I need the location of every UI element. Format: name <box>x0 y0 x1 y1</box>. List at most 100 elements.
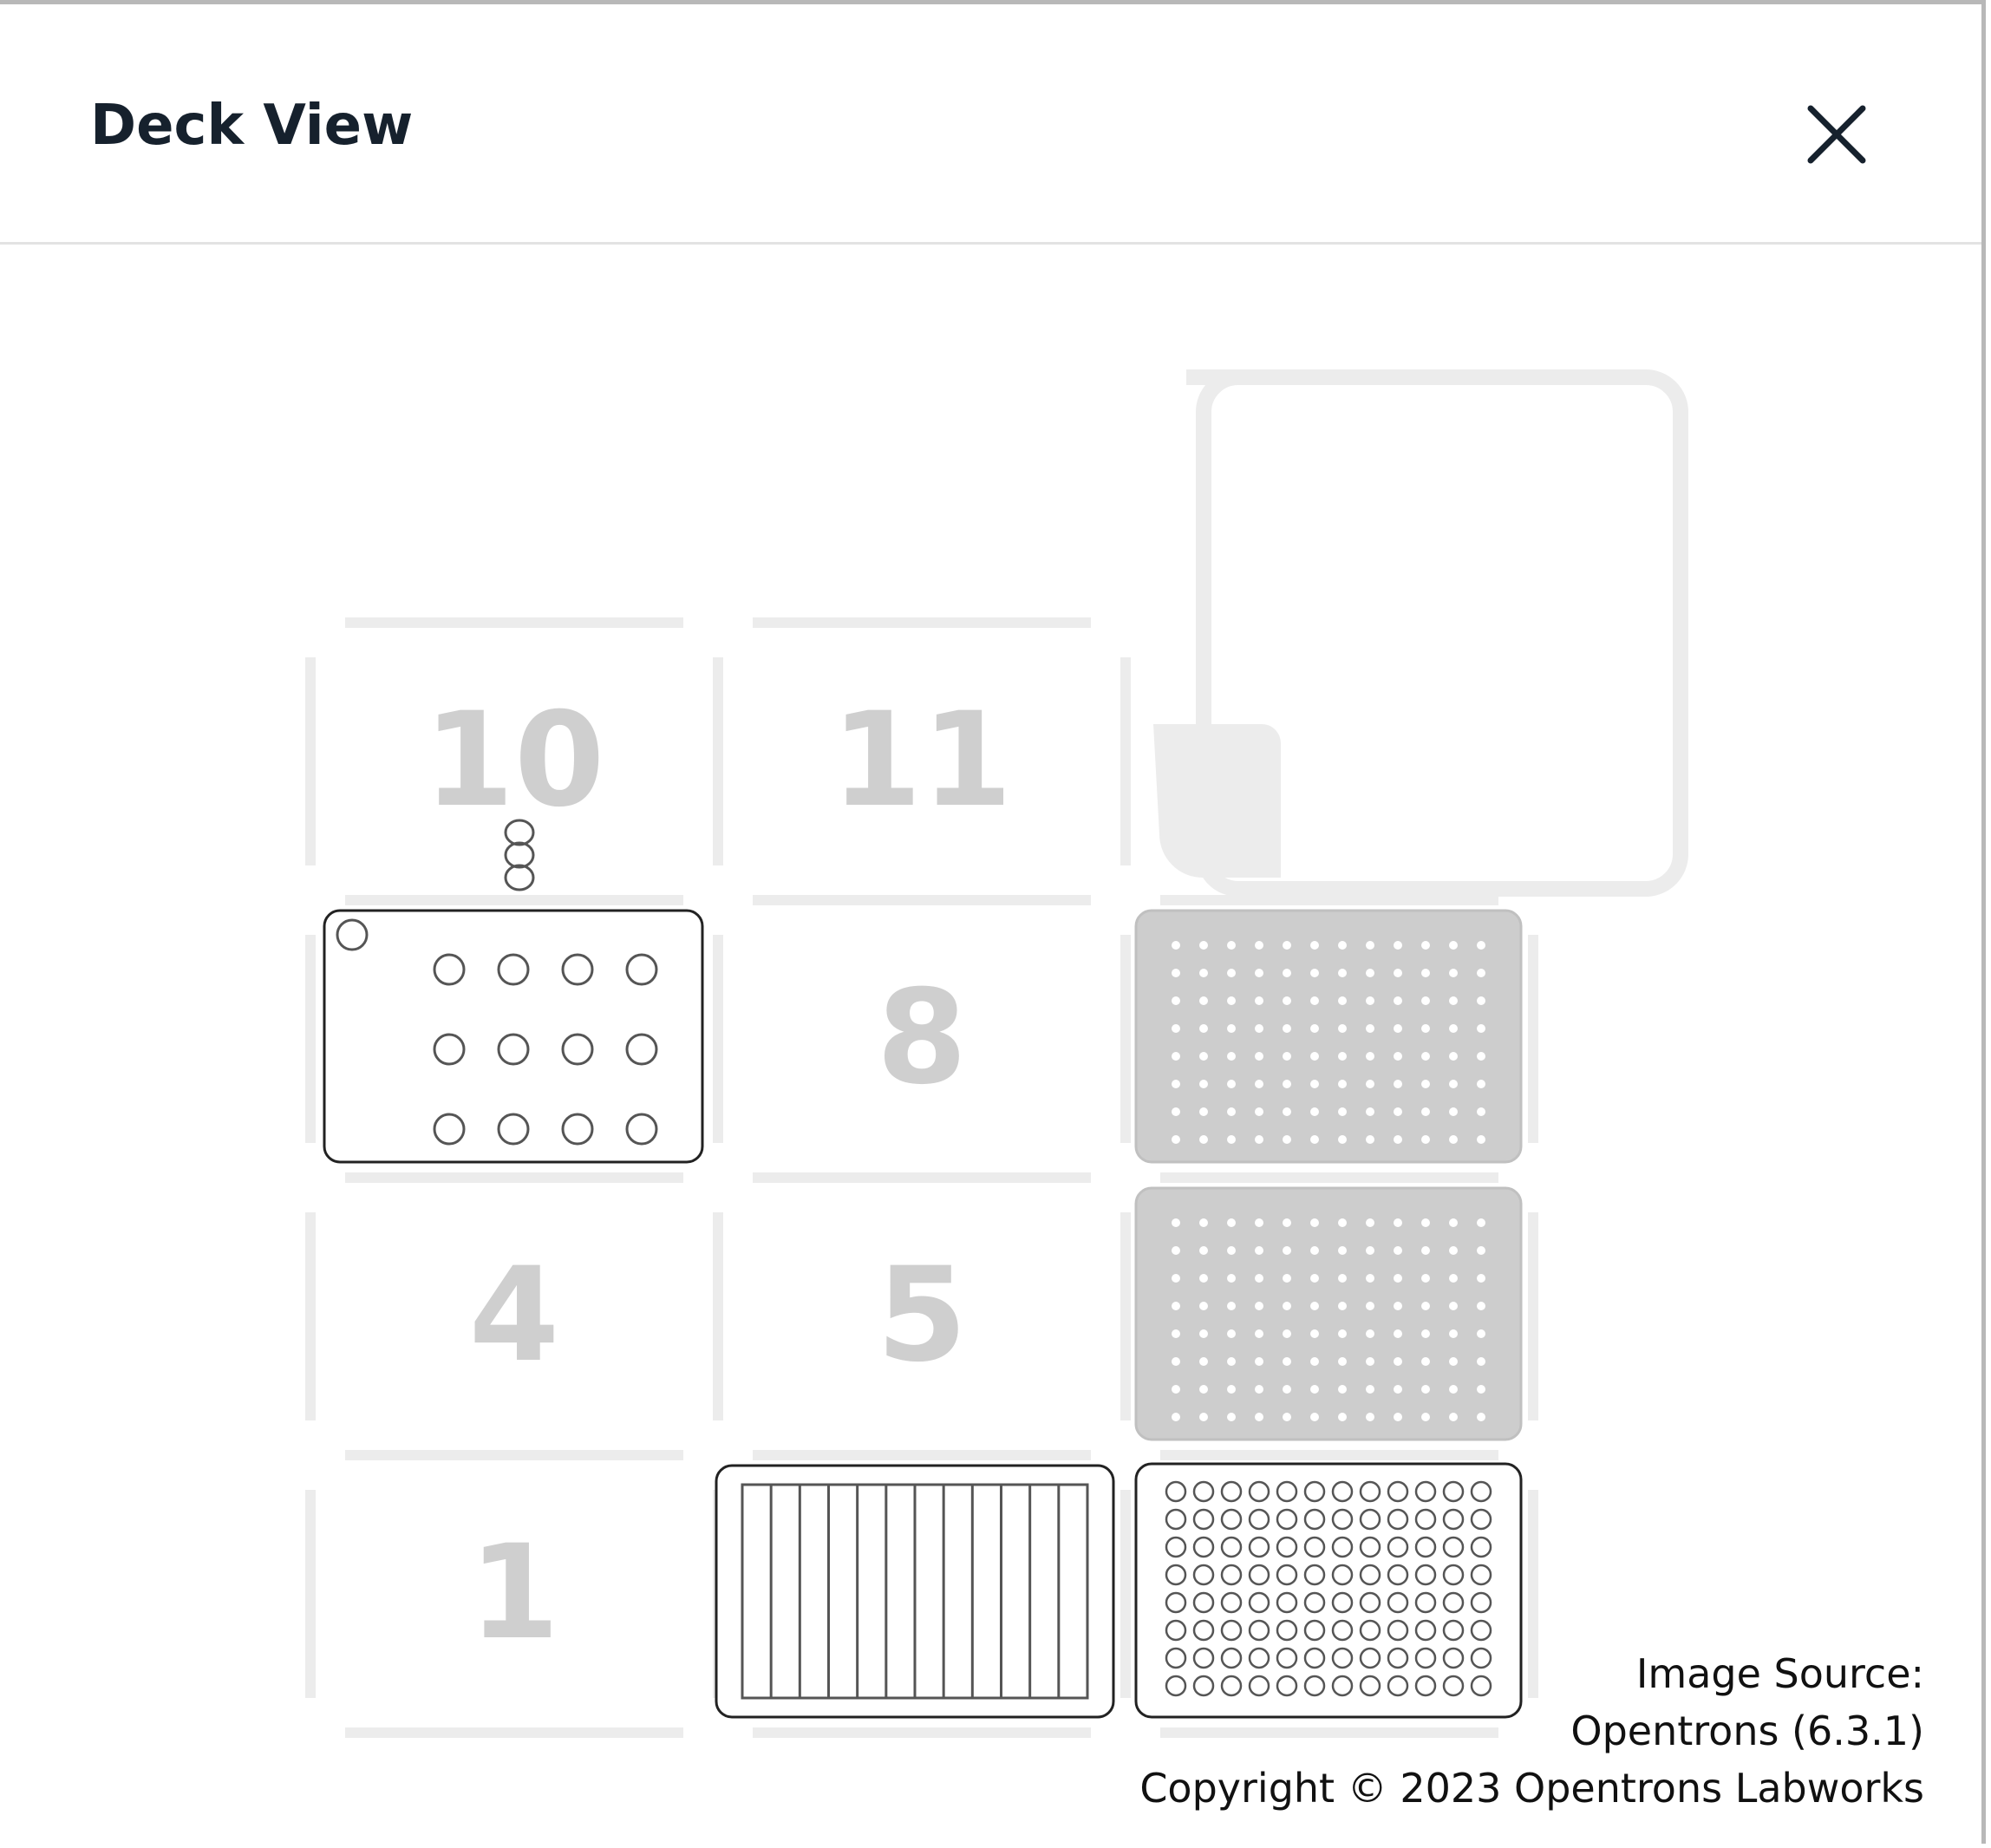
tip-hole <box>1310 941 1319 950</box>
tip-hole <box>1227 1357 1236 1366</box>
tip-hole <box>1366 1357 1374 1366</box>
tip-hole <box>1283 1357 1291 1366</box>
tip-hole <box>1310 1302 1319 1310</box>
labware-tube-rack <box>323 819 704 1164</box>
tip-hole <box>1255 969 1263 977</box>
tip-hole <box>1421 1357 1430 1366</box>
tip-hole <box>1199 1274 1208 1283</box>
deck-view-modal: Deck View 10 11 8 4 5 1 Image Source: Opentro… <box>0 0 1986 1844</box>
tip-hole <box>1449 1385 1458 1394</box>
tip-hole <box>1172 1135 1180 1144</box>
slot-label-8: 8 <box>877 963 967 1113</box>
tip-hole <box>1172 1302 1180 1310</box>
tip-hole <box>1283 1107 1291 1116</box>
tip-hole <box>1283 996 1291 1005</box>
tip-hole <box>1227 1135 1236 1144</box>
slot-label-5: 5 <box>877 1240 967 1391</box>
tip-hole <box>1477 1357 1485 1366</box>
tip-hole <box>1199 1052 1208 1061</box>
tip-hole <box>1366 1413 1374 1421</box>
tip-hole <box>1421 1135 1430 1144</box>
tip-hole <box>1227 1218 1236 1227</box>
tip-hole <box>1477 941 1485 950</box>
tip-hole <box>1366 1246 1374 1255</box>
tip-hole <box>1283 1052 1291 1061</box>
tip-hole <box>1421 1413 1430 1421</box>
tip-hole <box>1227 1024 1236 1033</box>
tip-hole <box>1255 1302 1263 1310</box>
tip-hole <box>1366 1080 1374 1088</box>
tip-hole <box>1199 1246 1208 1255</box>
tip-hole <box>1477 1385 1485 1394</box>
tip-hole <box>1449 1218 1458 1227</box>
tip-hole <box>1227 1413 1236 1421</box>
tip-hole <box>1310 1024 1319 1033</box>
tip-hole <box>1172 969 1180 977</box>
tip-hole <box>1310 969 1319 977</box>
tip-hole <box>1338 1024 1347 1033</box>
tip-hole <box>1449 941 1458 950</box>
tip-hole <box>1283 969 1291 977</box>
tip-hole <box>1172 1246 1180 1255</box>
tip-hole <box>1199 969 1208 977</box>
tip-hole <box>1172 1357 1180 1366</box>
tip-hole <box>1310 1413 1319 1421</box>
tip-hole <box>1366 1107 1374 1116</box>
slot-label-10: 10 <box>424 685 605 836</box>
tip-hole <box>1283 1024 1291 1033</box>
tip-hole <box>1421 1385 1430 1394</box>
tip-hole <box>1255 1357 1263 1366</box>
tip-hole <box>1227 941 1236 950</box>
tip-hole <box>1199 941 1208 950</box>
labware-tip-rack <box>1134 909 1523 1164</box>
tip-hole <box>1283 1246 1291 1255</box>
tip-hole <box>1477 969 1485 977</box>
tip-hole <box>1199 1107 1208 1116</box>
tip-hole <box>1172 1024 1180 1033</box>
tip-hole <box>1449 1024 1458 1033</box>
tip-hole <box>1310 996 1319 1005</box>
stacked-tube <box>504 864 535 891</box>
tip-hole <box>1172 1052 1180 1061</box>
tip-hole <box>1421 1107 1430 1116</box>
tip-hole <box>1310 1135 1319 1144</box>
tip-hole <box>1310 1357 1319 1366</box>
tip-hole <box>1477 1274 1485 1283</box>
tip-hole <box>1366 1274 1374 1283</box>
stacked-tube <box>504 841 535 869</box>
tip-hole <box>1255 1135 1263 1144</box>
tip-hole <box>1283 1135 1291 1144</box>
tip-hole <box>1366 1329 1374 1338</box>
tip-hole <box>1477 996 1485 1005</box>
tip-hole <box>1366 1302 1374 1310</box>
tip-hole <box>1310 1052 1319 1061</box>
tip-hole <box>1172 1329 1180 1338</box>
tip-hole <box>1255 1385 1263 1394</box>
tip-hole <box>1227 1052 1236 1061</box>
tip-hole <box>1421 1080 1430 1088</box>
tip-hole <box>1172 1218 1180 1227</box>
tip-hole <box>1449 1246 1458 1255</box>
tip-hole <box>1283 1218 1291 1227</box>
tip-hole <box>1199 1413 1208 1421</box>
tip-hole <box>1227 969 1236 977</box>
tip-hole <box>1477 1413 1485 1421</box>
tip-hole <box>1394 1080 1402 1088</box>
tip-hole <box>1338 969 1347 977</box>
tip-hole <box>1310 1274 1319 1283</box>
tip-hole <box>1394 1385 1402 1394</box>
tip-hole <box>1338 1080 1347 1088</box>
deck-map: 10 11 8 4 5 1 <box>305 369 1688 1738</box>
tip-hole <box>1394 996 1402 1005</box>
tip-hole <box>1449 1080 1458 1088</box>
tip-hole <box>1477 1246 1485 1255</box>
tip-hole <box>1338 1357 1347 1366</box>
tip-hole <box>1283 1080 1291 1088</box>
slot-label-11: 11 <box>832 685 1013 836</box>
tip-hole <box>1394 969 1402 977</box>
tip-hole <box>1255 1413 1263 1421</box>
tip-hole <box>1449 1329 1458 1338</box>
tip-hole <box>1394 1302 1402 1310</box>
labware-outline <box>1134 1186 1523 1441</box>
tip-hole <box>1255 1218 1263 1227</box>
